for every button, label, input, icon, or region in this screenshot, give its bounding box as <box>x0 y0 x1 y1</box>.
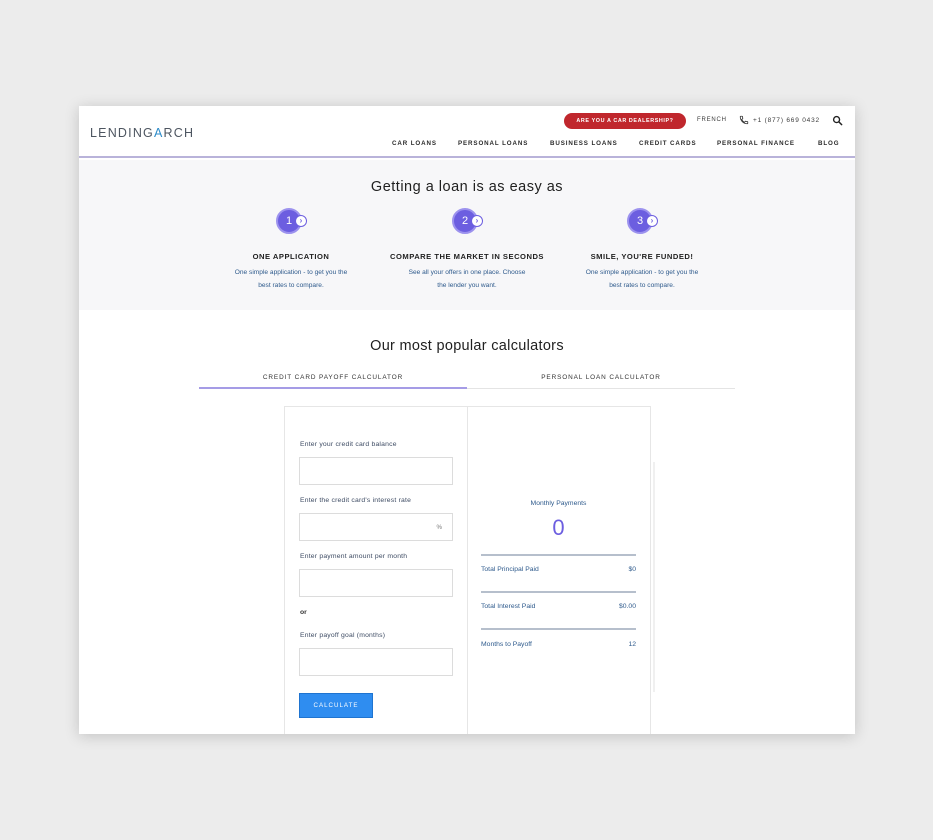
months-to-payoff-label: Months to Payoff <box>481 641 532 648</box>
step-desc-line: the lender you want. <box>437 282 497 289</box>
lendingarch-logo[interactable]: LENDINGARCH <box>90 126 194 140</box>
browser-page: LENDINGARCH ARE YOU A CAR DEALERSHIP? FR… <box>79 106 855 734</box>
step-two: 2 › COMPARE THE MARKET IN SECONDS See al… <box>377 208 557 292</box>
step-title: COMPARE THE MARKET IN SECONDS <box>389 252 544 261</box>
car-dealership-button[interactable]: ARE YOU A CAR DEALERSHIP? <box>564 113 686 129</box>
chevron-right-icon: › <box>295 215 307 227</box>
step-one: 1 › ONE APPLICATION One simple applicati… <box>201 208 381 292</box>
step-title: ONE APPLICATION <box>252 252 330 261</box>
payoff-goal-label: Enter payoff goal (months) <box>300 632 386 639</box>
nav-credit-cards[interactable]: CREDIT CARDS <box>639 140 697 147</box>
nav-blog[interactable]: BLOG <box>818 140 839 147</box>
or-separator: or <box>300 609 307 616</box>
step-description: One simple application - to get you the b… <box>201 266 381 292</box>
result-divider <box>481 628 636 630</box>
logo-text-lending: LENDING <box>90 126 154 140</box>
calculate-button[interactable]: CALCULATE <box>299 693 373 718</box>
total-principal-label: Total Principal Paid <box>481 566 539 573</box>
phone-number[interactable]: +1 (877) 669 0432 <box>753 117 820 124</box>
step-one-icon: 1 › <box>273 208 309 238</box>
nav-personal-finance[interactable]: PERSONAL FINANCE <box>717 140 795 147</box>
total-principal-value: $0 <box>628 566 636 573</box>
months-to-payoff-value: 12 <box>628 641 636 648</box>
balance-label: Enter your credit card balance <box>300 441 397 448</box>
result-divider <box>481 554 636 556</box>
calculator-divider <box>467 407 468 734</box>
logo-text-arc: A <box>153 126 164 140</box>
step-two-icon: 2 › <box>449 208 485 238</box>
nav-car-loans[interactable]: CAR LOANS <box>392 140 437 147</box>
payment-amount-label: Enter payment amount per month <box>300 553 408 560</box>
interest-rate-input[interactable]: % <box>299 513 453 541</box>
chevron-right-icon: › <box>646 215 658 227</box>
nav-business-loans[interactable]: BUSINESS LOANS <box>550 140 618 147</box>
monthly-payments-label: Monthly Payments <box>530 500 587 507</box>
monthly-payments-value: 0 <box>552 515 565 540</box>
tab-underline <box>467 388 735 389</box>
chevron-right-icon: › <box>471 215 483 227</box>
step-desc-line: best rates to compare. <box>609 282 675 289</box>
result-divider <box>481 591 636 593</box>
search-icon[interactable] <box>832 115 843 126</box>
site-header: LENDINGARCH ARE YOU A CAR DEALERSHIP? FR… <box>79 106 855 158</box>
interest-rate-label: Enter the credit card's interest rate <box>300 497 412 504</box>
calculators-title: Our most popular calculators <box>370 338 564 354</box>
credit-card-payoff-calculator: Enter your credit card balance Enter the… <box>284 406 655 734</box>
step-desc-line: See all your offers in one place. Choose <box>408 269 526 276</box>
results-edge <box>653 462 655 692</box>
language-link[interactable]: FRENCH <box>697 117 727 123</box>
step-desc-line: One simple application - to get you the <box>234 269 348 276</box>
total-interest-value: $0.00 <box>618 603 636 610</box>
steps-section: Getting a loan is as easy as 1 › ONE APP… <box>79 160 855 310</box>
step-description: See all your offers in one place. Choose… <box>377 266 557 292</box>
balance-input[interactable] <box>299 457 453 485</box>
step-desc-line: best rates to compare. <box>258 282 324 289</box>
phone-icon <box>739 115 749 125</box>
step-description: One simple application - to get you the b… <box>552 266 732 292</box>
active-tab-indicator <box>199 387 467 389</box>
payment-amount-input[interactable] <box>299 569 453 597</box>
step-desc-line: One simple application - to get you the <box>585 269 699 276</box>
payoff-goal-input[interactable] <box>299 648 453 676</box>
step-title: SMILE, YOU'RE FUNDED! <box>590 252 694 261</box>
total-interest-label: Total Interest Paid <box>481 603 536 610</box>
steps-title: Getting a loan is as easy as <box>370 179 564 195</box>
step-three-icon: 3 › <box>624 208 660 238</box>
percent-suffix: % <box>436 524 442 531</box>
logo-text-rch: RCH <box>163 126 195 140</box>
step-three: 3 › SMILE, YOU'RE FUNDED! One simple app… <box>552 208 732 292</box>
nav-personal-loans[interactable]: PERSONAL LOANS <box>458 140 528 147</box>
